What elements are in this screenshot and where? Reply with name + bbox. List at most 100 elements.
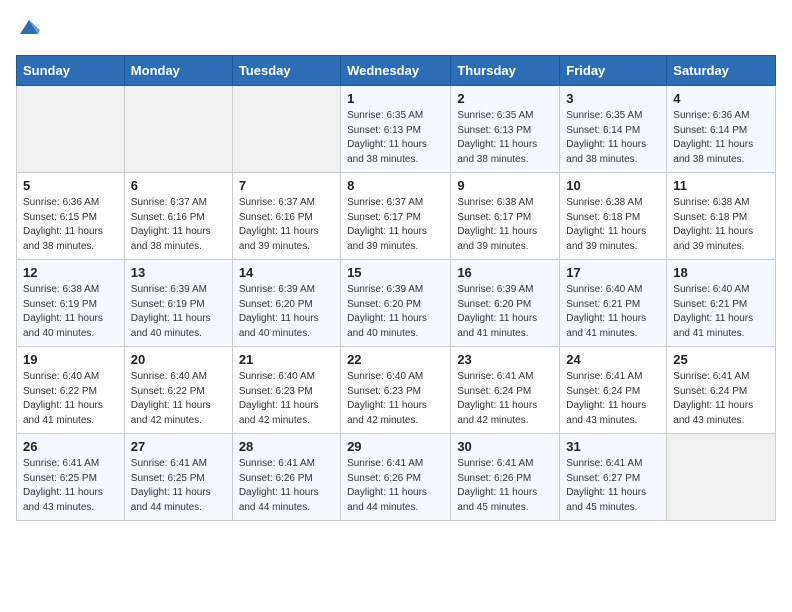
day-number: 16 — [457, 265, 553, 280]
day-info: Sunrise: 6:36 AMSunset: 6:15 PMDaylight:… — [23, 196, 118, 254]
weekday-header-saturday: Saturday — [667, 56, 776, 86]
calendar-cell: 3 Sunrise: 6:35 AMSunset: 6:14 PMDaylight… — [560, 86, 667, 173]
calendar-cell: 23Sunrise: 6:41 AMSunset: 6:24 PMDayligh… — [451, 347, 560, 434]
day-number: 11 — [673, 178, 769, 193]
calendar-week-row: 12 Sunrise: 6:38 AMSunset: 6:19 PMDayligh… — [17, 260, 776, 347]
calendar-cell: 2 Sunrise: 6:35 AMSunset: 6:13 PMDaylight… — [451, 86, 560, 173]
day-number: 25 — [673, 352, 769, 367]
day-number: 12 — [23, 265, 118, 280]
calendar-cell: 14 Sunrise: 6:39 AMSunset: 6:20 PMDayligh… — [232, 260, 340, 347]
calendar-cell: 22Sunrise: 6:40 AMSunset: 6:23 PMDayligh… — [341, 347, 451, 434]
day-number: 7 — [239, 178, 334, 193]
weekday-header-friday: Friday — [560, 56, 667, 86]
day-info: Sunrise: 6:35 AMSunset: 6:14 PMDaylight:… — [566, 109, 660, 167]
day-number: 17 — [566, 265, 660, 280]
day-info: Sunrise: 6:41 AMSunset: 6:26 PMDaylight:… — [457, 457, 553, 515]
page-header — [16, 16, 776, 43]
day-number: 2 — [457, 91, 553, 106]
day-info: Sunrise: 6:41 AMSunset: 6:24 PMDaylight:… — [566, 370, 660, 428]
day-info: Sunrise: 6:37 AMSunset: 6:16 PMDaylight:… — [239, 196, 334, 254]
day-number: 14 — [239, 265, 334, 280]
weekday-header-sunday: Sunday — [17, 56, 125, 86]
day-info: Sunrise: 6:39 AMSunset: 6:19 PMDaylight:… — [131, 283, 226, 341]
day-info: Sunrise: 6:40 AMSunset: 6:22 PMDaylight:… — [131, 370, 226, 428]
logo — [16, 16, 40, 43]
day-number: 9 — [457, 178, 553, 193]
calendar-cell: 6 Sunrise: 6:37 AMSunset: 6:16 PMDaylight… — [124, 173, 232, 260]
day-number: 5 — [23, 178, 118, 193]
calendar-cell: 20Sunrise: 6:40 AMSunset: 6:22 PMDayligh… — [124, 347, 232, 434]
calendar-cell: 8 Sunrise: 6:37 AMSunset: 6:17 PMDaylight… — [341, 173, 451, 260]
calendar-cell: 10 Sunrise: 6:38 AMSunset: 6:18 PMDayligh… — [560, 173, 667, 260]
day-number: 3 — [566, 91, 660, 106]
day-info: Sunrise: 6:41 AMSunset: 6:27 PMDaylight:… — [566, 457, 660, 515]
day-info: Sunrise: 6:35 AMSunset: 6:13 PMDaylight:… — [347, 109, 444, 167]
day-info: Sunrise: 6:41 AMSunset: 6:24 PMDaylight:… — [673, 370, 769, 428]
calendar-cell — [667, 434, 776, 521]
day-number: 28 — [239, 439, 334, 454]
day-number: 10 — [566, 178, 660, 193]
day-info: Sunrise: 6:36 AMSunset: 6:14 PMDaylight:… — [673, 109, 769, 167]
day-number: 21 — [239, 352, 334, 367]
day-number: 30 — [457, 439, 553, 454]
calendar-cell: 26Sunrise: 6:41 AMSunset: 6:25 PMDayligh… — [17, 434, 125, 521]
calendar-week-row: 1 Sunrise: 6:35 AMSunset: 6:13 PMDaylight… — [17, 86, 776, 173]
calendar-cell: 17 Sunrise: 6:40 AMSunset: 6:21 PMDayligh… — [560, 260, 667, 347]
day-info: Sunrise: 6:40 AMSunset: 6:21 PMDaylight:… — [673, 283, 769, 341]
calendar-cell: 9 Sunrise: 6:38 AMSunset: 6:17 PMDaylight… — [451, 173, 560, 260]
calendar-table: SundayMondayTuesdayWednesdayThursdayFrid… — [16, 55, 776, 521]
calendar-week-row: 19 Sunrise: 6:40 AMSunset: 6:22 PMDayligh… — [17, 347, 776, 434]
day-info: Sunrise: 6:37 AMSunset: 6:16 PMDaylight:… — [131, 196, 226, 254]
day-info: Sunrise: 6:40 AMSunset: 6:23 PMDaylight:… — [347, 370, 444, 428]
day-number: 19 — [23, 352, 118, 367]
calendar-cell: 31 Sunrise: 6:41 AMSunset: 6:27 PMDayligh… — [560, 434, 667, 521]
calendar-cell: 29 Sunrise: 6:41 AMSunset: 6:26 PMDayligh… — [341, 434, 451, 521]
calendar-cell: 12 Sunrise: 6:38 AMSunset: 6:19 PMDayligh… — [17, 260, 125, 347]
calendar-cell: 30 Sunrise: 6:41 AMSunset: 6:26 PMDayligh… — [451, 434, 560, 521]
day-info: Sunrise: 6:39 AMSunset: 6:20 PMDaylight:… — [239, 283, 334, 341]
weekday-header-wednesday: Wednesday — [341, 56, 451, 86]
calendar-cell: 15 Sunrise: 6:39 AMSunset: 6:20 PMDayligh… — [341, 260, 451, 347]
day-info: Sunrise: 6:35 AMSunset: 6:13 PMDaylight:… — [457, 109, 553, 167]
calendar-cell: 18 Sunrise: 6:40 AMSunset: 6:21 PMDayligh… — [667, 260, 776, 347]
day-number: 15 — [347, 265, 444, 280]
calendar-cell — [232, 86, 340, 173]
day-info: Sunrise: 6:38 AMSunset: 6:18 PMDaylight:… — [673, 196, 769, 254]
calendar-cell: 11 Sunrise: 6:38 AMSunset: 6:18 PMDayligh… — [667, 173, 776, 260]
day-number: 23 — [457, 352, 553, 367]
day-info: Sunrise: 6:38 AMSunset: 6:18 PMDaylight:… — [566, 196, 660, 254]
weekday-header-row: SundayMondayTuesdayWednesdayThursdayFrid… — [17, 56, 776, 86]
weekday-header-tuesday: Tuesday — [232, 56, 340, 86]
day-info: Sunrise: 6:40 AMSunset: 6:22 PMDaylight:… — [23, 370, 118, 428]
day-number: 6 — [131, 178, 226, 193]
day-number: 26 — [23, 439, 118, 454]
calendar-week-row: 5 Sunrise: 6:36 AMSunset: 6:15 PMDaylight… — [17, 173, 776, 260]
day-number: 29 — [347, 439, 444, 454]
calendar-cell: 1 Sunrise: 6:35 AMSunset: 6:13 PMDaylight… — [341, 86, 451, 173]
day-number: 4 — [673, 91, 769, 106]
day-number: 18 — [673, 265, 769, 280]
day-number: 1 — [347, 91, 444, 106]
day-info: Sunrise: 6:39 AMSunset: 6:20 PMDaylight:… — [457, 283, 553, 341]
calendar-cell: 16 Sunrise: 6:39 AMSunset: 6:20 PMDayligh… — [451, 260, 560, 347]
calendar-cell: 24Sunrise: 6:41 AMSunset: 6:24 PMDayligh… — [560, 347, 667, 434]
day-info: Sunrise: 6:38 AMSunset: 6:17 PMDaylight:… — [457, 196, 553, 254]
calendar-cell: 4 Sunrise: 6:36 AMSunset: 6:14 PMDaylight… — [667, 86, 776, 173]
day-info: Sunrise: 6:41 AMSunset: 6:26 PMDaylight:… — [347, 457, 444, 515]
calendar-cell: 27 Sunrise: 6:41 AMSunset: 6:25 PMDayligh… — [124, 434, 232, 521]
day-number: 31 — [566, 439, 660, 454]
day-info: Sunrise: 6:41 AMSunset: 6:25 PMDaylight:… — [131, 457, 226, 515]
calendar-cell: 13 Sunrise: 6:39 AMSunset: 6:19 PMDayligh… — [124, 260, 232, 347]
day-number: 27 — [131, 439, 226, 454]
day-info: Sunrise: 6:41 AMSunset: 6:26 PMDaylight:… — [239, 457, 334, 515]
day-number: 13 — [131, 265, 226, 280]
day-number: 8 — [347, 178, 444, 193]
day-info: Sunrise: 6:40 AMSunset: 6:21 PMDaylight:… — [566, 283, 660, 341]
day-info: Sunrise: 6:38 AMSunset: 6:19 PMDaylight:… — [23, 283, 118, 341]
calendar-cell — [17, 86, 125, 173]
day-info: Sunrise: 6:39 AMSunset: 6:20 PMDaylight:… — [347, 283, 444, 341]
day-info: Sunrise: 6:37 AMSunset: 6:17 PMDaylight:… — [347, 196, 444, 254]
calendar-cell: 19 Sunrise: 6:40 AMSunset: 6:22 PMDayligh… — [17, 347, 125, 434]
calendar-cell: 28 Sunrise: 6:41 AMSunset: 6:26 PMDayligh… — [232, 434, 340, 521]
calendar-cell — [124, 86, 232, 173]
